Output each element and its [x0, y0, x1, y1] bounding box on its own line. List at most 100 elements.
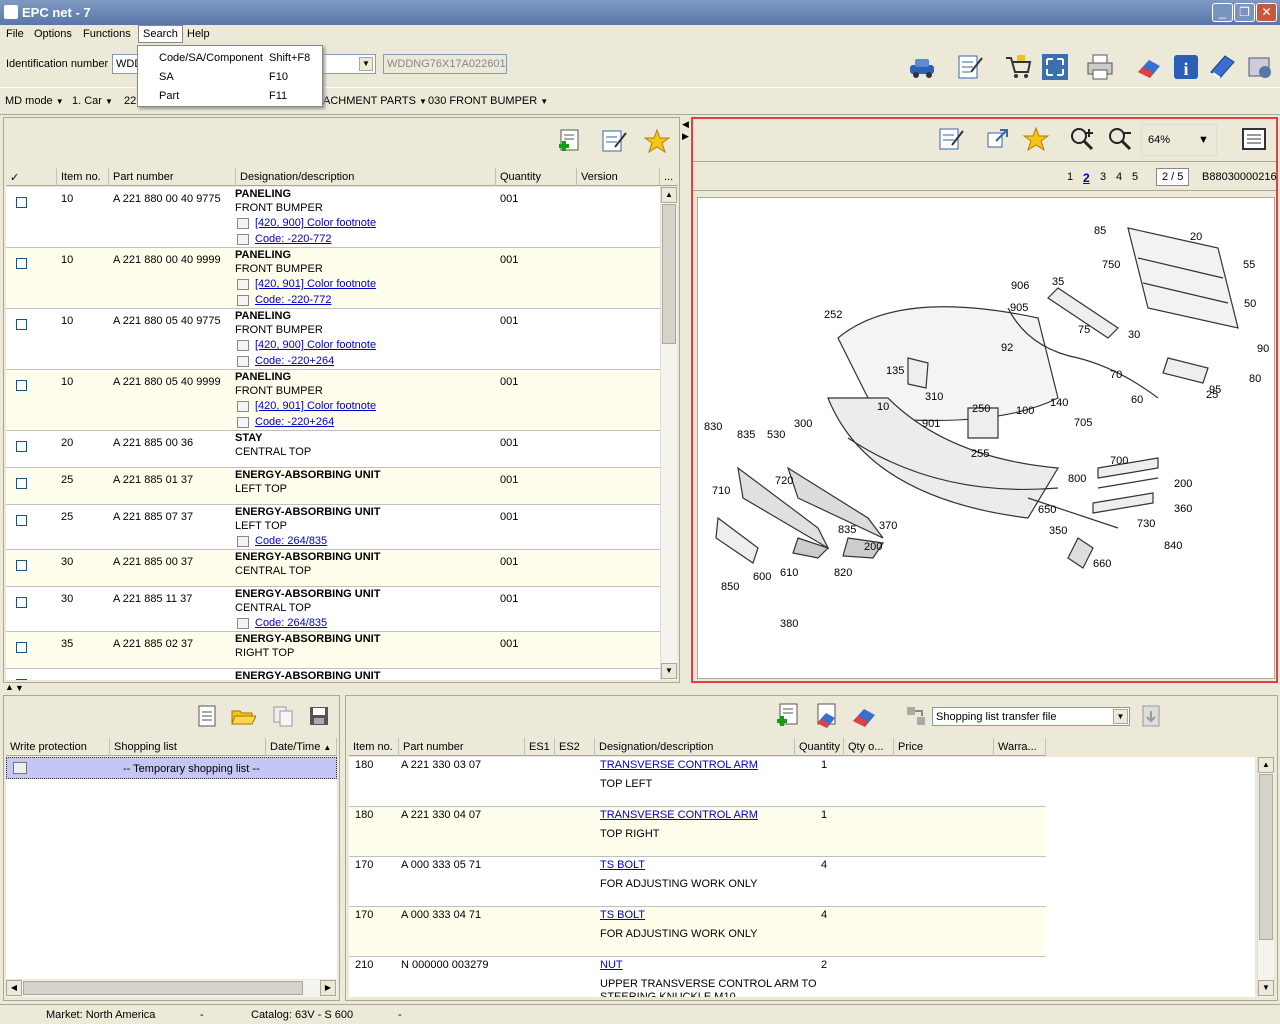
footnote-link-text[interactable]: Code: 264/835 [255, 617, 327, 629]
collapse-right-icon[interactable]: ▶ [682, 131, 689, 142]
copy-icon[interactable] [270, 703, 296, 729]
table-row[interactable]: 180 A 221 330 04 07 TRANSVERSE CONTROL ARM… [349, 807, 1046, 857]
col-quantity[interactable]: Quantity [795, 738, 844, 756]
table-row[interactable]: 30 A 221 885 00 37 ENERGY-ABSORBING UNIT CE… [6, 550, 661, 587]
callout-label[interactable]: 906 [1011, 280, 1029, 292]
exploded-diagram[interactable]: 85 20 55 750 906 35 905 50 252 75 30 90 92 70 135 95 310… [697, 197, 1275, 679]
cart-scrollbar[interactable]: ▲ ▼ [1257, 757, 1274, 997]
restore-button[interactable]: ❐ [1234, 3, 1255, 22]
table-row[interactable]: 25 A 221 885 01 37 ENERGY-ABSORBING UNIT LE… [6, 468, 661, 505]
col-qty-ordered[interactable]: Qty o... [844, 738, 894, 756]
row-checkbox[interactable] [16, 478, 27, 489]
footnote-link-text[interactable]: Code: -220+264 [255, 355, 334, 367]
export-icon[interactable] [1138, 703, 1164, 729]
footnote-link-text[interactable]: [420, 900] Color footnote [255, 217, 376, 229]
new-list-icon[interactable] [194, 703, 220, 729]
footnote-link[interactable]: Code: -220-772 [237, 294, 331, 306]
callout-label[interactable]: 55 [1243, 259, 1255, 271]
callout-label[interactable]: 100 [1016, 405, 1034, 417]
callout-label[interactable]: 60 [1131, 394, 1143, 406]
table-row[interactable]: 170 A 000 333 04 71 TS BOLT FOR ADJUSTING W… [349, 907, 1046, 957]
callout-label[interactable]: 360 [1174, 503, 1192, 515]
edit-list-icon[interactable] [955, 52, 985, 82]
page-link-1[interactable]: 1 [1067, 171, 1073, 183]
callout-label[interactable]: 705 [1074, 417, 1092, 429]
table-row[interactable]: 25 A 221 885 07 37 ENERGY-ABSORBING UNIT LE… [6, 505, 661, 550]
scroll-down-button[interactable]: ▼ [1258, 980, 1274, 996]
favorite-star-icon[interactable] [1023, 126, 1049, 152]
callout-label[interactable]: 75 [1078, 324, 1090, 336]
page-link-2[interactable]: 2 [1083, 171, 1090, 185]
close-button[interactable]: ✕ [1256, 3, 1277, 22]
callout-label[interactable]: 10 [877, 401, 889, 413]
callout-label[interactable]: 380 [780, 618, 798, 630]
callout-label[interactable]: 650 [1038, 504, 1056, 516]
footnote-link-text[interactable]: Code: -220-772 [255, 294, 331, 306]
callout-label[interactable]: 25 [1206, 389, 1218, 401]
table-row[interactable]: ENERGY-ABSORBING UNIT [6, 669, 661, 680]
callout-label[interactable]: 370 [879, 520, 897, 532]
footnote-link[interactable]: [420, 901] Color footnote [237, 400, 376, 412]
menu-help[interactable]: Help [187, 28, 210, 40]
scroll-up-button[interactable]: ▲ [1258, 757, 1274, 773]
row-checkbox[interactable] [16, 679, 27, 680]
part-name-link[interactable]: NUT [600, 959, 623, 971]
page-link-4[interactable]: 4 [1116, 171, 1122, 183]
col-shopping-list[interactable]: Shopping list [110, 738, 266, 756]
footnote-link[interactable]: [420, 900] Color footnote [237, 339, 376, 351]
page-link-5[interactable]: 5 [1132, 171, 1138, 183]
footnote-link-text[interactable]: Code: -220+264 [255, 416, 334, 428]
footnote-link[interactable]: Code: 264/835 [237, 617, 327, 629]
table-row[interactable]: 10 A 221 880 05 40 9999 PANELING FRONT BUMP… [6, 370, 661, 431]
callout-label[interactable]: 135 [886, 365, 904, 377]
col-version[interactable]: Version [577, 168, 660, 186]
zoom-out-icon[interactable] [1107, 126, 1133, 152]
part-name-link[interactable]: TRANSVERSE CONTROL ARM [600, 809, 758, 821]
subgroup-dropdown[interactable]: 030 FRONT BUMPER ▼ [428, 95, 548, 107]
col-price[interactable]: Price [894, 738, 994, 756]
scroll-thumb[interactable] [1259, 774, 1273, 940]
col-more[interactable]: ... [660, 168, 678, 186]
callout-label[interactable]: 660 [1093, 558, 1111, 570]
callout-label[interactable]: 800 [1068, 473, 1086, 485]
remove-item-icon[interactable] [813, 703, 839, 729]
callout-label[interactable]: 20 [1190, 231, 1202, 243]
callout-label[interactable]: 850 [721, 581, 739, 593]
callout-label[interactable]: 200 [1174, 478, 1192, 490]
callout-label[interactable]: 85 [1094, 225, 1106, 237]
callout-label[interactable]: 250 [972, 403, 990, 415]
row-checkbox[interactable] [16, 258, 27, 269]
footnote-link[interactable]: [420, 901] Color footnote [237, 278, 376, 290]
callout-label[interactable]: 530 [767, 429, 785, 441]
callout-label[interactable]: 255 [971, 448, 989, 460]
col-check[interactable]: ✓ [6, 168, 57, 186]
menu-item-sa[interactable]: SA F10 [138, 67, 322, 86]
table-row[interactable]: 170 A 000 333 05 71 TS BOLT FOR ADJUSTING W… [349, 857, 1046, 907]
table-row[interactable]: 30 A 221 885 11 37 ENERGY-ABSORBING UNIT CE… [6, 587, 661, 632]
col-designation[interactable]: Designation/description [595, 738, 795, 756]
fullscreen-icon[interactable] [1040, 52, 1070, 82]
footnote-link[interactable]: Code: -220-772 [237, 233, 331, 245]
menu-file[interactable]: File [6, 28, 24, 40]
col-es1[interactable]: ES1 [525, 738, 555, 756]
callout-label[interactable]: 830 [704, 421, 722, 433]
table-row[interactable]: 210 N 000000 003279 NUT UPPER TRANSVERSE CO… [349, 957, 1046, 997]
col-part-number[interactable]: Part number [399, 738, 525, 756]
shopping-cart-icon[interactable] [1003, 52, 1033, 82]
menu-search[interactable]: Search [138, 25, 183, 43]
callout-label[interactable]: 901 [922, 418, 940, 430]
row-checkbox[interactable] [16, 642, 27, 653]
callout-label[interactable]: 835 [737, 429, 755, 441]
table-row[interactable]: 10 A 221 880 00 40 9775 PANELING FRONT BUMP… [6, 187, 661, 248]
callout-label[interactable]: 30 [1128, 329, 1140, 341]
menu-functions[interactable]: Functions [83, 28, 131, 40]
part-name-link[interactable]: TS BOLT [600, 909, 645, 921]
group-crumb[interactable]: 22 [124, 95, 136, 107]
zoom-select[interactable]: 64% ▼ [1141, 124, 1217, 156]
collapse-left-icon[interactable]: ◀ [682, 119, 689, 130]
info-icon[interactable]: i [1171, 52, 1201, 82]
row-checkbox[interactable] [16, 560, 27, 571]
callout-label[interactable]: 700 [1110, 455, 1128, 467]
callout-label[interactable]: 710 [712, 485, 730, 497]
scroll-up-button[interactable]: ▲ [661, 187, 677, 203]
